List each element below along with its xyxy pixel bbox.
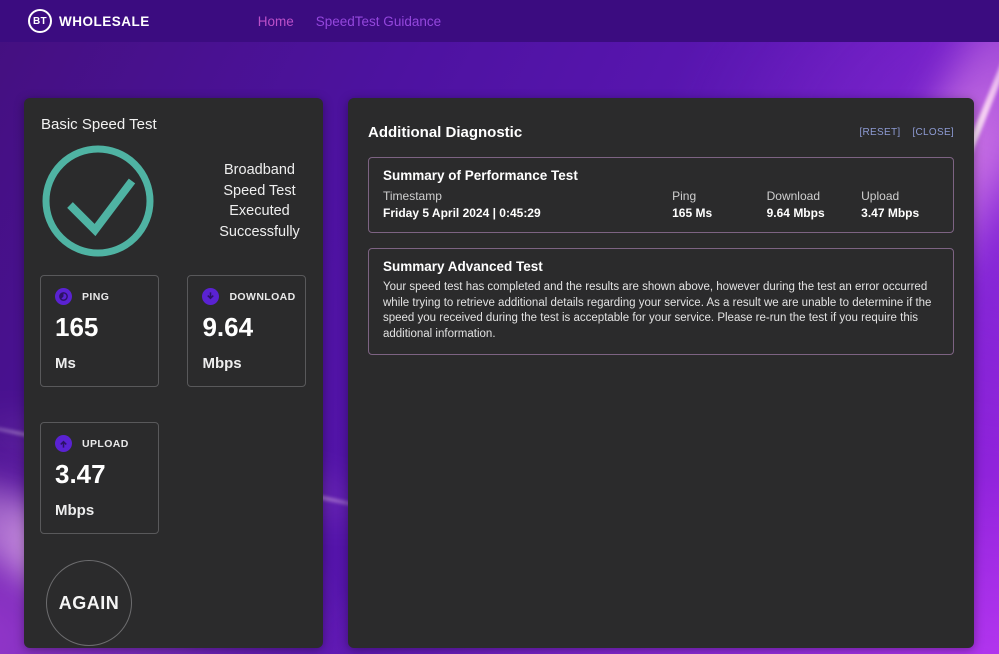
main-nav: Home SpeedTest Guidance — [258, 14, 441, 29]
success-check-icon — [40, 143, 156, 259]
ping-value: 165 — [55, 312, 144, 343]
gauge-icon — [55, 288, 72, 305]
header-bar: BT WHOLESALE Home SpeedTest Guidance — [0, 0, 999, 42]
ping-unit: Ms — [55, 355, 144, 372]
additional-diagnostic-panel: Additional Diagnostic [RESET] [CLOSE] Su… — [348, 98, 974, 648]
performance-columns: Timestamp Friday 5 April 2024 | 0:45:29 … — [383, 189, 939, 220]
stats-grid: PING 165 Ms DOWNLOAD 9.64 Mbps — [40, 275, 307, 534]
upload-value: 3.47 — [55, 459, 144, 490]
ping-column-value: 165 Ms — [672, 206, 767, 220]
upload-icon — [55, 435, 72, 452]
reset-link[interactable]: [RESET] — [859, 127, 900, 138]
download-label: DOWNLOAD — [229, 291, 295, 303]
diagnostic-header: Additional Diagnostic [RESET] [CLOSE] — [368, 124, 954, 141]
upload-column-label: Upload — [861, 189, 939, 203]
download-value: 9.64 — [202, 312, 291, 343]
download-column-label: Download — [767, 189, 862, 203]
diagnostic-title: Additional Diagnostic — [368, 124, 522, 141]
advanced-summary-title: Summary Advanced Test — [383, 259, 939, 274]
performance-summary-title: Summary of Performance Test — [383, 168, 939, 183]
ping-stat-box: PING 165 Ms — [40, 275, 159, 387]
logo-wholesale-text: WHOLESALE — [59, 14, 150, 29]
upload-label: UPLOAD — [82, 438, 129, 450]
close-link[interactable]: [CLOSE] — [912, 127, 954, 138]
bt-logo-icon: BT — [28, 9, 52, 33]
nav-link-home[interactable]: Home — [258, 14, 294, 29]
download-stat-box: DOWNLOAD 9.64 Mbps — [187, 275, 306, 387]
advanced-summary-body: Your speed test has completed and the re… — [383, 280, 939, 342]
download-column-value: 9.64 Mbps — [767, 206, 862, 220]
bt-wholesale-logo: BT WHOLESALE — [28, 9, 150, 33]
ping-label: PING — [82, 291, 109, 303]
advanced-summary-box: Summary Advanced Test Your speed test ha… — [368, 248, 954, 355]
download-icon — [202, 288, 219, 305]
basic-test-title: Basic Speed Test — [41, 116, 307, 133]
test-result-row: Broadband Speed Test Executed Successful… — [40, 143, 307, 259]
basic-speed-test-panel: Basic Speed Test Broadband Speed Test Ex… — [24, 98, 323, 648]
again-button[interactable]: AGAIN — [46, 560, 132, 646]
upload-unit: Mbps — [55, 502, 144, 519]
status-message: Broadband Speed Test Executed Successful… — [212, 160, 307, 242]
timestamp-label: Timestamp — [383, 189, 672, 203]
upload-column-value: 3.47 Mbps — [861, 206, 939, 220]
ping-column-label: Ping — [672, 189, 767, 203]
upload-stat-box: UPLOAD 3.47 Mbps — [40, 422, 159, 534]
download-unit: Mbps — [202, 355, 291, 372]
performance-summary-box: Summary of Performance Test Timestamp Fr… — [368, 157, 954, 233]
bt-logo-text: BT — [33, 16, 47, 27]
nav-link-speedtest-guidance[interactable]: SpeedTest Guidance — [316, 14, 441, 29]
timestamp-value: Friday 5 April 2024 | 0:45:29 — [383, 206, 672, 220]
